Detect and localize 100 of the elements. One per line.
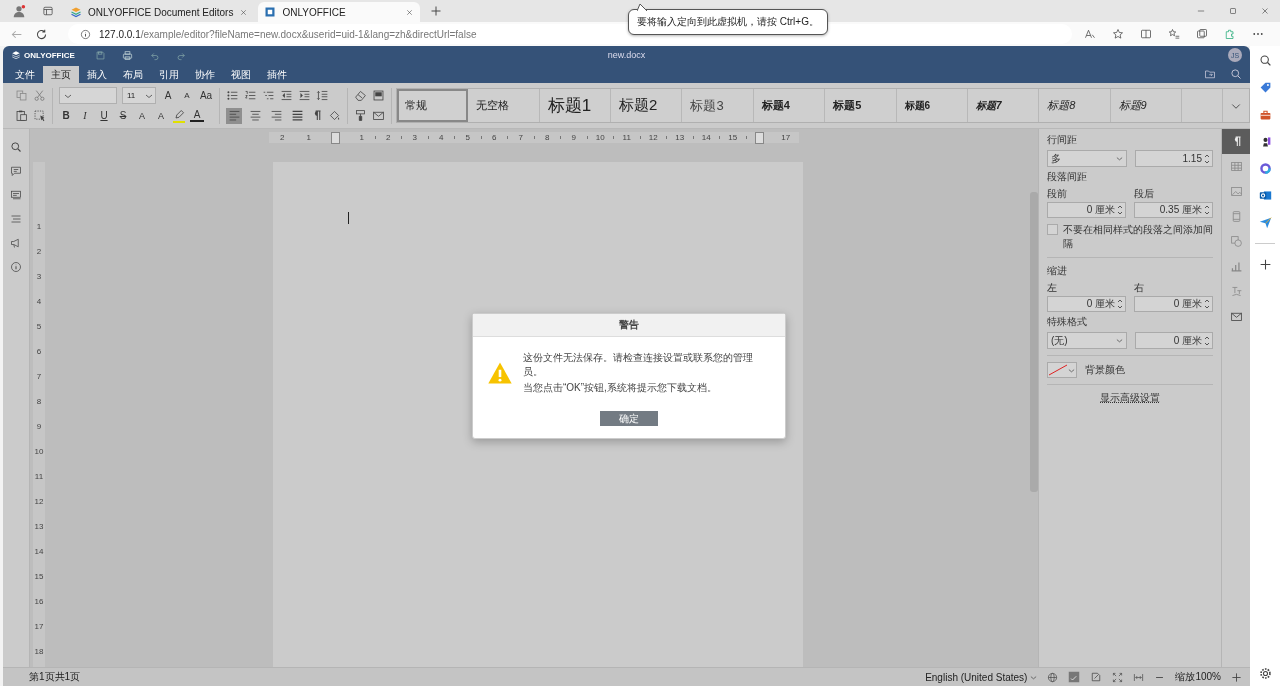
collections-icon[interactable] xyxy=(1196,28,1208,40)
numbered-list-icon[interactable] xyxy=(244,89,257,102)
checkbox[interactable] xyxy=(1047,224,1058,235)
copy-icon[interactable] xyxy=(15,89,28,102)
chat-icon[interactable] xyxy=(10,189,22,201)
stepper-icon[interactable] xyxy=(1204,204,1210,216)
special-indent-dropdown[interactable]: (无) xyxy=(1047,332,1127,349)
style-preset[interactable]: 标题5 xyxy=(825,89,897,122)
background-color-button[interactable] xyxy=(1047,362,1077,378)
line-spacing-field[interactable]: 1.15 xyxy=(1135,150,1213,167)
style-preset[interactable]: 标题4 xyxy=(753,89,826,122)
outdent-icon[interactable] xyxy=(280,89,293,102)
color-scheme-icon[interactable] xyxy=(372,89,385,102)
bullet-list-icon[interactable] xyxy=(226,89,239,102)
paper-plane-icon[interactable] xyxy=(1258,216,1272,229)
zoom-in-icon[interactable] xyxy=(1231,671,1242,683)
menu-tab[interactable]: 插件 xyxy=(259,66,295,83)
menu-tab[interactable]: 文件 xyxy=(7,66,43,83)
style-preset[interactable]: 标题3 xyxy=(682,89,754,122)
advanced-settings-link[interactable]: 显示高级设置 xyxy=(1100,391,1160,405)
browser-tab[interactable]: ONLYOFFICE xyxy=(258,2,421,22)
font-strike-button[interactable]: S xyxy=(116,107,130,124)
indent-icon[interactable] xyxy=(298,89,311,102)
language-selector[interactable]: English (United States) xyxy=(925,671,1028,683)
maximize-icon[interactable] xyxy=(1228,6,1238,16)
paint-bucket-icon[interactable] xyxy=(328,109,341,122)
search-icon[interactable] xyxy=(1230,68,1242,80)
highlight-icon[interactable] xyxy=(173,108,185,123)
menu-tab[interactable]: 主页 xyxy=(43,66,79,83)
eraser-icon[interactable] xyxy=(354,89,367,102)
tab-actions-icon[interactable] xyxy=(42,5,54,17)
format-painter-icon[interactable] xyxy=(354,109,367,122)
split-screen-icon[interactable] xyxy=(1140,28,1152,40)
style-preset[interactable]: 常规 xyxy=(397,89,469,122)
settings-icon[interactable] xyxy=(1258,667,1272,680)
font-underline-button[interactable]: U xyxy=(97,107,111,124)
style-preset[interactable]: 标题9 xyxy=(1110,89,1182,122)
font-color-button[interactable]: A xyxy=(190,109,204,122)
menu-tab[interactable]: 布局 xyxy=(115,66,151,83)
fit-page-icon[interactable] xyxy=(1112,671,1124,683)
envelope-icon[interactable] xyxy=(1229,310,1243,323)
indent-left-field[interactable]: 0 厘米 xyxy=(1047,296,1126,312)
chart-icon[interactable] xyxy=(1229,260,1243,273)
search-icon[interactable] xyxy=(10,141,22,153)
style-preset[interactable]: 标题1 xyxy=(539,89,612,122)
stepper-icon[interactable] xyxy=(1117,298,1123,310)
scrollbar[interactable] xyxy=(1030,192,1038,492)
close-icon[interactable] xyxy=(405,7,415,17)
menu-tab[interactable]: 协作 xyxy=(187,66,223,83)
align-left-button[interactable] xyxy=(226,107,242,124)
font-case-button[interactable]: Aa xyxy=(199,87,213,104)
profile-icon[interactable] xyxy=(12,4,26,18)
star-icon[interactable] xyxy=(1112,28,1124,40)
spacing-before-field[interactable]: 0 厘米 xyxy=(1047,202,1126,218)
mail-icon[interactable] xyxy=(1258,189,1272,202)
envelope-icon[interactable] xyxy=(372,109,385,122)
toolbox-icon[interactable] xyxy=(1258,108,1272,121)
ok-button[interactable]: 确定 xyxy=(600,411,658,426)
read-aloud-icon[interactable] xyxy=(1084,28,1096,40)
font-italic-button[interactable]: I xyxy=(78,107,92,124)
special-indent-field[interactable]: 0 厘米 xyxy=(1135,332,1213,349)
stepper-icon[interactable] xyxy=(1117,204,1123,216)
menu-tab[interactable]: 视图 xyxy=(223,66,259,83)
menu-tab[interactable]: 插入 xyxy=(79,66,115,83)
megaphone-icon[interactable] xyxy=(10,237,22,249)
folder-icon[interactable] xyxy=(1204,68,1216,80)
ring-icon[interactable] xyxy=(1258,162,1272,175)
comment-icon[interactable] xyxy=(10,165,22,177)
tag-icon[interactable] xyxy=(1258,81,1272,94)
stepper-icon[interactable] xyxy=(1204,334,1210,347)
font-bold-button[interactable]: B xyxy=(59,107,73,124)
info-icon[interactable] xyxy=(10,261,22,273)
font-superscript-button[interactable]: A xyxy=(135,107,149,124)
pilcrow-tab[interactable] xyxy=(1222,129,1250,154)
extension-icon[interactable] xyxy=(1224,28,1236,40)
style-preset[interactable]: 标题8 xyxy=(1039,89,1111,122)
favorites-icon[interactable] xyxy=(1168,28,1180,40)
style-preset[interactable]: 无空格 xyxy=(468,89,540,122)
style-preset[interactable]: 标题7 xyxy=(967,89,1040,122)
font-shrink-button[interactable]: A xyxy=(180,87,194,104)
cut-icon[interactable] xyxy=(33,89,46,102)
reload-icon[interactable] xyxy=(35,27,48,41)
spellcheck-icon[interactable] xyxy=(1068,671,1081,683)
print-icon[interactable] xyxy=(121,49,133,61)
multilevel-list-icon[interactable] xyxy=(262,89,275,102)
font-size-field[interactable]: 11 xyxy=(122,87,156,104)
indent-right-field[interactable]: 0 厘米 xyxy=(1134,296,1213,312)
track-changes-icon[interactable] xyxy=(1090,671,1103,683)
line-spacing-icon[interactable] xyxy=(316,89,329,102)
spacing-after-field[interactable]: 0.35 厘米 xyxy=(1134,202,1213,218)
search-icon[interactable] xyxy=(1258,54,1272,67)
font-name-field[interactable] xyxy=(59,87,117,104)
table-icon[interactable] xyxy=(1229,160,1243,173)
paste-icon[interactable] xyxy=(15,109,28,122)
style-preset[interactable]: 标题2 xyxy=(611,89,683,122)
fit-width-icon[interactable] xyxy=(1133,671,1145,683)
menu-tab[interactable]: 引用 xyxy=(151,66,187,83)
stepper-icon[interactable] xyxy=(1204,152,1210,165)
close-icon[interactable] xyxy=(239,7,249,17)
save-icon[interactable] xyxy=(94,49,106,61)
